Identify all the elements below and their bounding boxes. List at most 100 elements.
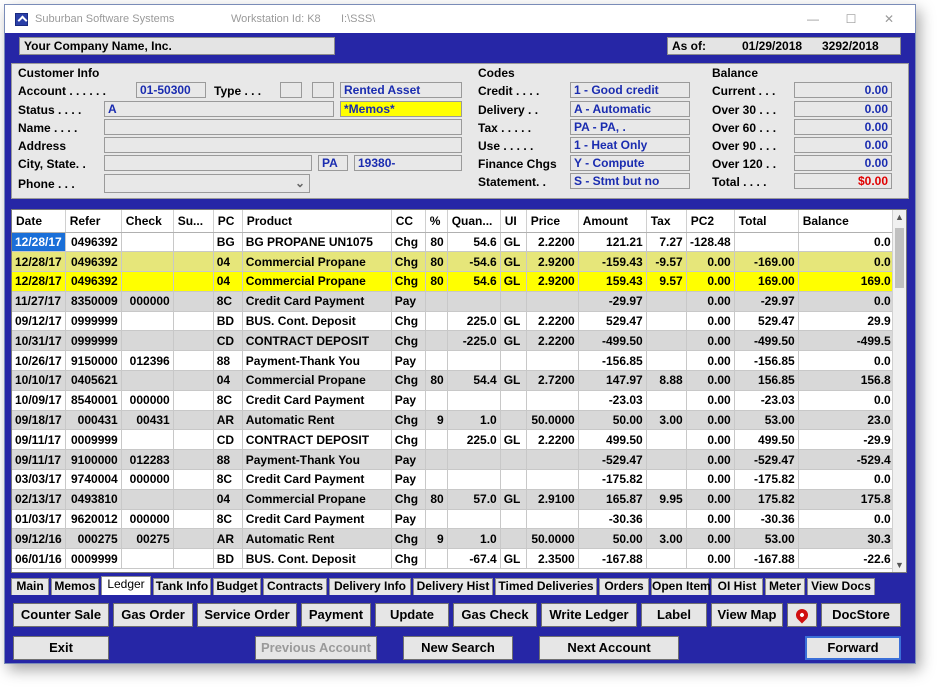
tab-delivery-info[interactable]: Delivery Info xyxy=(329,578,411,595)
table-cell[interactable] xyxy=(646,469,687,490)
table-cell[interactable]: CONTRACT DEPOSIT xyxy=(242,429,392,451)
table-cell[interactable] xyxy=(425,509,448,530)
table-cell[interactable] xyxy=(646,548,687,570)
tab-timed-deliveries[interactable]: Timed Deliveries xyxy=(495,578,597,595)
table-cell[interactable]: 175.8 xyxy=(798,489,895,510)
table-cell[interactable]: CD xyxy=(213,330,243,352)
table-cell[interactable]: 0.0 xyxy=(798,469,895,490)
table-cell[interactable]: 29.9 xyxy=(798,311,895,332)
table-row[interactable]: 10/09/17 8540001 000000 8C Credit Card Payme… xyxy=(12,390,895,411)
table-cell[interactable]: Chg xyxy=(391,251,426,273)
table-cell[interactable] xyxy=(425,469,448,490)
account-field[interactable]: 01-50300 xyxy=(136,82,206,98)
table-cell[interactable] xyxy=(173,271,214,292)
table-cell[interactable]: 0.0 xyxy=(798,350,895,372)
table-cell[interactable]: 156.8 xyxy=(798,370,895,391)
label-button[interactable]: Label xyxy=(641,603,707,627)
table-cell[interactable] xyxy=(425,548,448,570)
table-cell[interactable]: 147.97 xyxy=(578,370,647,391)
table-cell[interactable]: 0.00 xyxy=(686,271,735,292)
table-cell[interactable]: -29.9 xyxy=(798,429,895,451)
table-cell[interactable]: 225.0 xyxy=(447,429,501,451)
table-cell[interactable]: 8350009 xyxy=(65,291,122,312)
table-cell[interactable]: Credit Card Payment xyxy=(242,390,392,411)
table-cell[interactable] xyxy=(646,509,687,530)
status-field[interactable]: A xyxy=(104,101,334,117)
tab-orders[interactable]: Orders xyxy=(599,578,649,595)
table-cell[interactable]: CONTRACT DEPOSIT xyxy=(242,330,392,352)
table-row[interactable]: 09/11/17 0009999 CD CONTRACT DEPOSIT Chg 225.… xyxy=(12,429,895,451)
table-cell[interactable]: 0.0 xyxy=(798,291,895,312)
table-cell[interactable]: 0.0 xyxy=(798,390,895,411)
table-cell[interactable] xyxy=(447,291,501,312)
table-cell[interactable] xyxy=(173,528,214,550)
table-cell[interactable] xyxy=(425,291,448,312)
table-cell[interactable] xyxy=(447,509,501,530)
table-cell[interactable] xyxy=(500,291,527,312)
table-cell[interactable]: 0496392 xyxy=(65,251,122,273)
column-header[interactable]: PC xyxy=(213,210,243,233)
table-cell[interactable]: 000000 xyxy=(121,390,174,411)
table-cell[interactable] xyxy=(526,449,579,471)
table-cell[interactable]: Chg xyxy=(391,370,426,391)
table-cell[interactable]: 10/26/17 xyxy=(12,350,66,372)
table-cell[interactable]: Pay xyxy=(391,469,426,490)
table-cell[interactable] xyxy=(425,390,448,411)
table-cell[interactable]: Commercial Propane xyxy=(242,370,392,391)
table-cell[interactable] xyxy=(173,429,214,451)
table-cell[interactable]: 0009999 xyxy=(65,548,122,570)
table-cell[interactable] xyxy=(173,330,214,352)
table-cell[interactable]: 0.00 xyxy=(686,548,735,570)
table-cell[interactable]: Commercial Propane xyxy=(242,489,392,510)
rented-asset-field[interactable]: Rented Asset xyxy=(340,82,462,98)
table-cell[interactable]: Commercial Propane xyxy=(242,251,392,273)
table-cell[interactable]: 9100000 xyxy=(65,449,122,471)
table-cell[interactable]: Pay xyxy=(391,449,426,471)
table-cell[interactable]: 2.2200 xyxy=(526,429,579,451)
table-cell[interactable]: 54.6 xyxy=(447,271,501,292)
tab-delivery-hist[interactable]: Delivery Hist xyxy=(413,578,493,595)
state-field[interactable]: PA xyxy=(318,155,348,171)
table-cell[interactable]: 0496392 xyxy=(65,232,122,253)
table-cell[interactable] xyxy=(646,291,687,312)
table-cell[interactable]: 1.0 xyxy=(447,528,501,550)
table-cell[interactable]: Chg xyxy=(391,548,426,570)
ledger-grid[interactable]: Date Refer Check Su... PC Product CC% Quan... UI… xyxy=(11,209,907,573)
column-header[interactable]: Date xyxy=(12,210,66,233)
scroll-up-icon[interactable]: ▲ xyxy=(893,210,906,224)
table-cell[interactable]: 06/01/16 xyxy=(12,548,66,570)
scroll-down-icon[interactable]: ▼ xyxy=(893,558,906,572)
table-cell[interactable]: -529.47 xyxy=(734,449,799,471)
table-cell[interactable]: 499.50 xyxy=(734,429,799,451)
table-cell[interactable]: Pay xyxy=(391,291,426,312)
table-cell[interactable]: BG PROPANE UN1075 xyxy=(242,232,392,253)
table-cell[interactable]: -128.48 xyxy=(686,232,735,253)
table-row[interactable]: 09/12/17 0999999 BD BUS. Cont. Deposit Chg 22… xyxy=(12,311,895,332)
table-cell[interactable]: -159.43 xyxy=(578,251,647,273)
table-cell[interactable]: 1.0 xyxy=(447,410,501,431)
gas-check-button[interactable]: Gas Check xyxy=(453,603,537,627)
table-cell[interactable]: -67.4 xyxy=(447,548,501,570)
table-cell[interactable]: 57.0 xyxy=(447,489,501,510)
table-cell[interactable]: 0.00 xyxy=(686,489,735,510)
table-cell[interactable]: Chg xyxy=(391,429,426,451)
table-cell[interactable] xyxy=(447,350,501,372)
table-cell[interactable]: 7.27 xyxy=(646,232,687,253)
table-cell[interactable]: 8C xyxy=(213,291,243,312)
table-cell[interactable] xyxy=(500,410,527,431)
forward-button[interactable]: Forward xyxy=(805,636,901,660)
table-cell[interactable] xyxy=(121,271,174,292)
table-row[interactable]: 09/18/17 000431 00431 AR Automatic Rent Chg 9 1… xyxy=(12,410,895,431)
table-cell[interactable]: 2.9200 xyxy=(526,271,579,292)
type-field-2[interactable] xyxy=(312,82,334,98)
previous-account-button[interactable]: Previous Account xyxy=(255,636,377,660)
table-cell[interactable]: 0.00 xyxy=(686,469,735,490)
table-cell[interactable]: 529.47 xyxy=(578,311,647,332)
table-cell[interactable]: Payment-Thank You xyxy=(242,350,392,372)
tab-oi-hist[interactable]: OI Hist xyxy=(711,578,763,595)
table-cell[interactable]: 09/11/17 xyxy=(12,429,66,451)
table-cell[interactable]: AR xyxy=(213,528,243,550)
finance-charges-field[interactable]: Y - Compute xyxy=(570,155,690,171)
table-cell[interactable] xyxy=(500,469,527,490)
table-cell[interactable]: GL xyxy=(500,271,527,292)
